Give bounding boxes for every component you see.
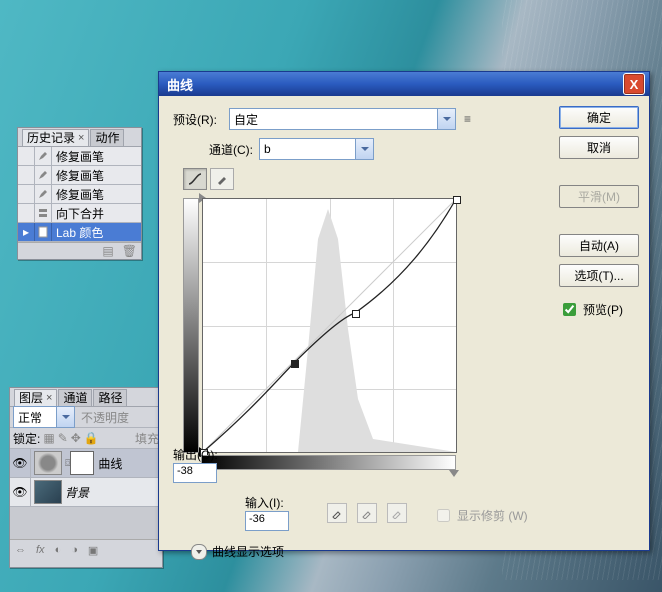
layer-thumbnail[interactable] <box>34 480 62 504</box>
layer-row[interactable]: 👁 背景 <box>10 478 162 507</box>
fill-label: 填充 <box>135 430 159 447</box>
merge-icon <box>37 207 49 219</box>
brush-icon <box>37 169 49 181</box>
show-clipping-label: 显示修剪 (W) <box>457 507 528 524</box>
history-label: Lab 颜色 <box>52 224 103 241</box>
history-footer: ▤ 🗑 <box>18 242 141 259</box>
adjustment-icon[interactable]: ◑ <box>71 544 78 556</box>
gray-eyedropper[interactable] <box>357 503 377 523</box>
tab-layers[interactable]: 图层× <box>14 389 57 406</box>
preset-label: 预设(R): <box>173 111 229 128</box>
history-label: 修复画笔 <box>52 167 104 184</box>
input-field[interactable]: -36 <box>245 511 289 531</box>
pencil-icon <box>216 173 228 185</box>
eyedropper-icon <box>331 507 343 519</box>
link-layers-icon[interactable]: ⇔ <box>15 544 26 556</box>
history-item[interactable]: 向下合并 <box>18 204 141 223</box>
dialog-title: 曲线 <box>167 75 193 94</box>
expand-label: 曲线显示选项 <box>212 543 284 560</box>
preset-menu-icon[interactable]: ≡ <box>464 112 471 126</box>
layer-thumbnail[interactable] <box>34 451 62 475</box>
auto-button[interactable]: 自动(A) <box>559 234 639 257</box>
history-panel: 历史记录× 动作 修复画笔 修复画笔 修复画笔 向下合并 ▸ Lab 颜色 ▤ … <box>17 127 142 260</box>
fx-icon[interactable]: fx <box>36 544 45 556</box>
output-label: 输出(O): <box>173 446 218 463</box>
history-item-selected[interactable]: ▸ Lab 颜色 <box>18 223 141 242</box>
output-field[interactable]: -38 <box>173 463 217 483</box>
visibility-toggle[interactable]: 👁 <box>10 478 31 506</box>
input-label: 输入(I): <box>245 494 289 511</box>
chevron-down-icon <box>56 407 74 427</box>
layer-mask[interactable] <box>70 451 94 475</box>
layer-name[interactable]: 背景 <box>65 484 89 501</box>
tab-channels[interactable]: 通道 <box>58 389 92 406</box>
curve-point[interactable] <box>352 310 360 318</box>
curve-tool-button[interactable] <box>183 168 207 190</box>
trash-icon[interactable]: 🗑 <box>122 244 137 258</box>
preset-select[interactable]: 自定 <box>229 108 456 130</box>
history-item[interactable]: 修复画笔 <box>18 166 141 185</box>
lock-pixels-icon[interactable]: ✎ <box>58 431 68 445</box>
brush-icon <box>37 150 49 162</box>
layer-name[interactable]: 曲线 <box>98 455 122 472</box>
preview-checkbox[interactable]: 预览(P) <box>559 300 639 319</box>
close-icon[interactable]: × <box>78 132 84 144</box>
history-label: 修复画笔 <box>52 148 104 165</box>
preview-label: 预览(P) <box>583 301 623 318</box>
chevron-down-icon <box>437 109 455 129</box>
folder-icon[interactable]: ▣ <box>88 544 98 557</box>
blend-mode-select[interactable]: 正常 <box>13 406 75 428</box>
chevron-down-icon <box>355 139 373 159</box>
input-gradient[interactable] <box>201 455 456 470</box>
close-icon[interactable]: × <box>46 392 52 404</box>
channel-select[interactable]: b <box>259 138 374 160</box>
lock-label: 锁定: <box>13 430 40 447</box>
tab-history[interactable]: 历史记录× <box>22 129 89 146</box>
options-button[interactable]: 选项(T)... <box>559 264 639 287</box>
tab-paths[interactable]: 路径 <box>93 389 127 406</box>
lock-move-icon[interactable]: ✥ <box>71 431 81 445</box>
brush-icon <box>37 188 49 200</box>
chevron-down-icon <box>191 544 207 560</box>
ok-button[interactable]: 确定 <box>559 106 639 129</box>
eyedropper-icon <box>361 507 373 519</box>
curve-grid[interactable] <box>202 198 457 453</box>
cancel-button[interactable]: 取消 <box>559 136 639 159</box>
output-gradient[interactable] <box>183 198 199 453</box>
visibility-toggle[interactable]: 👁 <box>10 449 31 477</box>
expand-options[interactable]: 曲线显示选项 <box>191 543 639 560</box>
lock-all-icon[interactable]: 🔒 <box>84 431 99 445</box>
history-item[interactable]: 修复画笔 <box>18 185 141 204</box>
channel-label: 通道(C): <box>209 141 259 158</box>
opacity-label: 不透明度 <box>81 409 129 426</box>
history-label: 向下合并 <box>52 205 104 222</box>
layers-panel: 图层× 通道 路径 正常 不透明度 锁定: ▦ ✎ ✥ 🔒 填充 👁 ⌼ 曲线 … <box>9 387 163 568</box>
curve-path <box>203 199 456 452</box>
white-slider[interactable] <box>449 470 459 482</box>
smooth-button: 平滑(M) <box>559 185 639 208</box>
show-clipping-checkbox[interactable]: 显示修剪 (W) <box>433 506 528 525</box>
tab-actions[interactable]: 动作 <box>90 129 124 146</box>
history-tabs: 历史记录× 动作 <box>18 128 141 147</box>
curve-point-selected[interactable] <box>291 360 299 368</box>
mask-icon[interactable]: ◐ <box>55 544 62 556</box>
eyedropper-icon <box>391 507 403 519</box>
layer-row-selected[interactable]: 👁 ⌼ 曲线 <box>10 449 162 478</box>
curve-icon <box>188 173 202 185</box>
new-icon[interactable]: ▤ <box>102 244 113 258</box>
pencil-tool-button[interactable] <box>210 168 234 190</box>
curve-point[interactable] <box>453 196 461 204</box>
close-button[interactable]: X <box>623 73 645 95</box>
lock-transparent-icon[interactable]: ▦ <box>43 431 54 445</box>
black-eyedropper[interactable] <box>327 503 347 523</box>
curves-dialog: 曲线 X 预设(R): 自定 ≡ 通道(C): b <box>158 71 650 551</box>
history-item[interactable]: 修复画笔 <box>18 147 141 166</box>
document-icon <box>37 226 49 238</box>
layers-footer: ⇔ fx ◐ ◑ ▣ <box>10 539 162 560</box>
dialog-titlebar[interactable]: 曲线 X <box>159 72 649 96</box>
history-label: 修复画笔 <box>52 186 104 203</box>
white-eyedropper[interactable] <box>387 503 407 523</box>
layers-tabs: 图层× 通道 路径 <box>10 388 162 407</box>
